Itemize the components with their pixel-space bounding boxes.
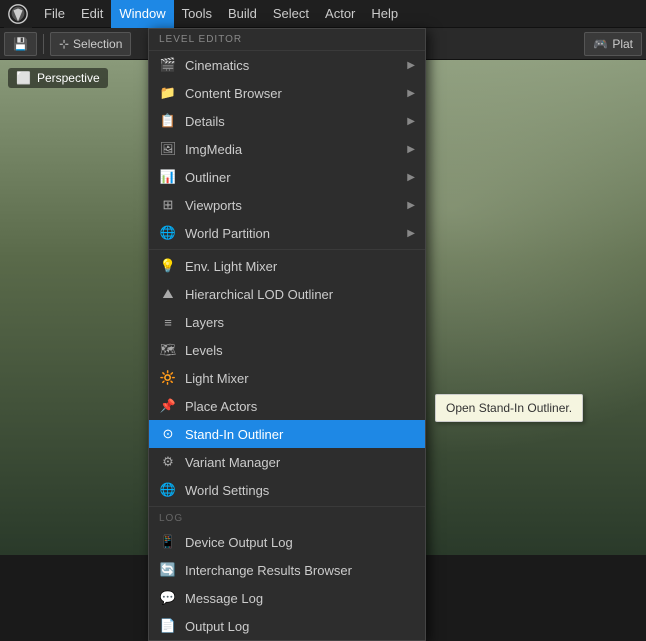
partition-icon: 🌐 bbox=[159, 224, 177, 242]
lightmixer-icon: 🔆 bbox=[159, 369, 177, 387]
imgmedia-arrow: ▶ bbox=[407, 144, 415, 155]
cursor-icon: ⊹ bbox=[59, 37, 69, 51]
content-browser-label: Content Browser bbox=[185, 86, 407, 101]
output-icon: 📄 bbox=[159, 617, 177, 635]
variant-manager-label: Variant Manager bbox=[185, 455, 415, 470]
menu-item-output-log[interactable]: 📄 Output Log bbox=[149, 612, 425, 640]
place-actors-label: Place Actors bbox=[185, 399, 415, 414]
menu-actor[interactable]: Actor bbox=[317, 0, 363, 28]
outliner-label: Outliner bbox=[185, 170, 407, 185]
save-button[interactable]: 💾 bbox=[4, 32, 37, 56]
perspective-icon: ⬜ bbox=[16, 71, 31, 85]
imgmedia-icon: 🖼 bbox=[159, 140, 177, 158]
viewport-label-container: ⬜ Perspective bbox=[8, 68, 108, 88]
viewports-icon: ⊞ bbox=[159, 196, 177, 214]
content-browser-arrow: ▶ bbox=[407, 88, 415, 99]
menu-item-layers[interactable]: ≡ Layers bbox=[149, 308, 425, 336]
toolbar-divider bbox=[43, 34, 44, 54]
imgmedia-label: ImgMedia bbox=[185, 142, 407, 157]
menu-tools[interactable]: Tools bbox=[174, 0, 220, 28]
menu-help[interactable]: Help bbox=[363, 0, 406, 28]
viewports-label: Viewports bbox=[185, 198, 407, 213]
menu-item-device-output-log[interactable]: 📱 Device Output Log bbox=[149, 528, 425, 556]
interchange-results-label: Interchange Results Browser bbox=[185, 563, 415, 578]
light-icon: 💡 bbox=[159, 257, 177, 275]
menu-item-cinematics[interactable]: 🎬 Cinematics ▶ bbox=[149, 51, 425, 79]
layers-label: Layers bbox=[185, 315, 415, 330]
menu-item-levels[interactable]: 🗺 Levels bbox=[149, 336, 425, 364]
level-editor-section-label: LEVEL EDITOR bbox=[149, 29, 425, 51]
menu-window[interactable]: Window bbox=[111, 0, 173, 28]
message-log-label: Message Log bbox=[185, 591, 415, 606]
details-arrow: ▶ bbox=[407, 116, 415, 127]
menu-item-details[interactable]: 📋 Details ▶ bbox=[149, 107, 425, 135]
viewports-arrow: ▶ bbox=[407, 200, 415, 211]
levels-icon: 🗺 bbox=[159, 341, 177, 359]
cinematics-arrow: ▶ bbox=[407, 60, 415, 71]
world-settings-label: World Settings bbox=[185, 483, 415, 498]
menu-item-light-mixer[interactable]: 🔆 Light Mixer bbox=[149, 364, 425, 392]
menu-item-stand-in-outliner[interactable]: ⊙ Stand-In Outliner bbox=[149, 420, 425, 448]
menu-select[interactable]: Select bbox=[265, 0, 317, 28]
hierarchical-lod-label: Hierarchical LOD Outliner bbox=[185, 287, 415, 302]
cinematics-label: Cinematics bbox=[185, 58, 407, 73]
env-light-mixer-label: Env. Light Mixer bbox=[185, 259, 415, 274]
layers-icon: ≡ bbox=[159, 313, 177, 331]
menu-file[interactable]: File bbox=[36, 0, 73, 28]
message-icon: 💬 bbox=[159, 589, 177, 607]
viewport-perspective-label: Perspective bbox=[37, 71, 100, 85]
menu-item-place-actors[interactable]: 📌 Place Actors bbox=[149, 392, 425, 420]
device-icon: 📱 bbox=[159, 533, 177, 551]
menu-edit[interactable]: Edit bbox=[73, 0, 111, 28]
levels-label: Levels bbox=[185, 343, 415, 358]
log-section-label: LOG bbox=[149, 509, 425, 528]
world-partition-arrow: ▶ bbox=[407, 228, 415, 239]
menu-item-hierarchical-lod[interactable]: ⛰ Hierarchical LOD Outliner bbox=[149, 280, 425, 308]
world-icon: 🌐 bbox=[159, 481, 177, 499]
window-dropdown-menu: LEVEL EDITOR 🎬 Cinematics ▶ 📁 Content Br… bbox=[148, 28, 426, 641]
standin-icon: ⊙ bbox=[159, 425, 177, 443]
light-mixer-label: Light Mixer bbox=[185, 371, 415, 386]
place-icon: 📌 bbox=[159, 397, 177, 415]
menu-item-content-browser[interactable]: 📁 Content Browser ▶ bbox=[149, 79, 425, 107]
platform-icon: 🎮 bbox=[593, 37, 608, 51]
output-log-label: Output Log bbox=[185, 619, 415, 634]
variant-icon: ⚙ bbox=[159, 453, 177, 471]
details-icon: 📋 bbox=[159, 112, 177, 130]
menu-bar: File Edit Window Tools Build Select Acto… bbox=[0, 0, 646, 28]
menu-item-interchange-results[interactable]: 🔄 Interchange Results Browser bbox=[149, 556, 425, 584]
platform-label: Plat bbox=[612, 37, 633, 51]
menu-item-env-light-mixer[interactable]: 💡 Env. Light Mixer bbox=[149, 252, 425, 280]
menu-build[interactable]: Build bbox=[220, 0, 265, 28]
save-icon: 💾 bbox=[13, 37, 28, 51]
menu-item-variant-manager[interactable]: ⚙ Variant Manager bbox=[149, 448, 425, 476]
divider-1 bbox=[149, 249, 425, 250]
device-output-log-label: Device Output Log bbox=[185, 535, 415, 550]
menu-item-viewports[interactable]: ⊞ Viewports ▶ bbox=[149, 191, 425, 219]
details-label: Details bbox=[185, 114, 407, 129]
folder-icon: 📁 bbox=[159, 84, 177, 102]
menu-item-world-partition[interactable]: 🌐 World Partition ▶ bbox=[149, 219, 425, 247]
stand-in-outliner-label: Stand-In Outliner bbox=[185, 427, 415, 442]
divider-log bbox=[149, 506, 425, 507]
tooltip-text: Open Stand-In Outliner. bbox=[446, 401, 572, 415]
outliner-arrow: ▶ bbox=[407, 172, 415, 183]
menu-item-world-settings[interactable]: 🌐 World Settings bbox=[149, 476, 425, 504]
app-logo[interactable] bbox=[4, 0, 32, 28]
selection-label: Selection bbox=[73, 37, 122, 51]
film-icon: 🎬 bbox=[159, 56, 177, 74]
menu-item-message-log[interactable]: 💬 Message Log bbox=[149, 584, 425, 612]
menu-item-imgmedia[interactable]: 🖼 ImgMedia ▶ bbox=[149, 135, 425, 163]
lod-icon: ⛰ bbox=[159, 285, 177, 303]
selection-mode-button[interactable]: ⊹ Selection bbox=[50, 32, 131, 56]
outliner-icon: 📊 bbox=[159, 168, 177, 186]
interchange-icon: 🔄 bbox=[159, 561, 177, 579]
world-partition-label: World Partition bbox=[185, 226, 407, 241]
menu-item-outliner[interactable]: 📊 Outliner ▶ bbox=[149, 163, 425, 191]
tooltip-stand-in-outliner: Open Stand-In Outliner. bbox=[435, 394, 583, 422]
platform-button[interactable]: 🎮 Plat bbox=[584, 32, 642, 56]
